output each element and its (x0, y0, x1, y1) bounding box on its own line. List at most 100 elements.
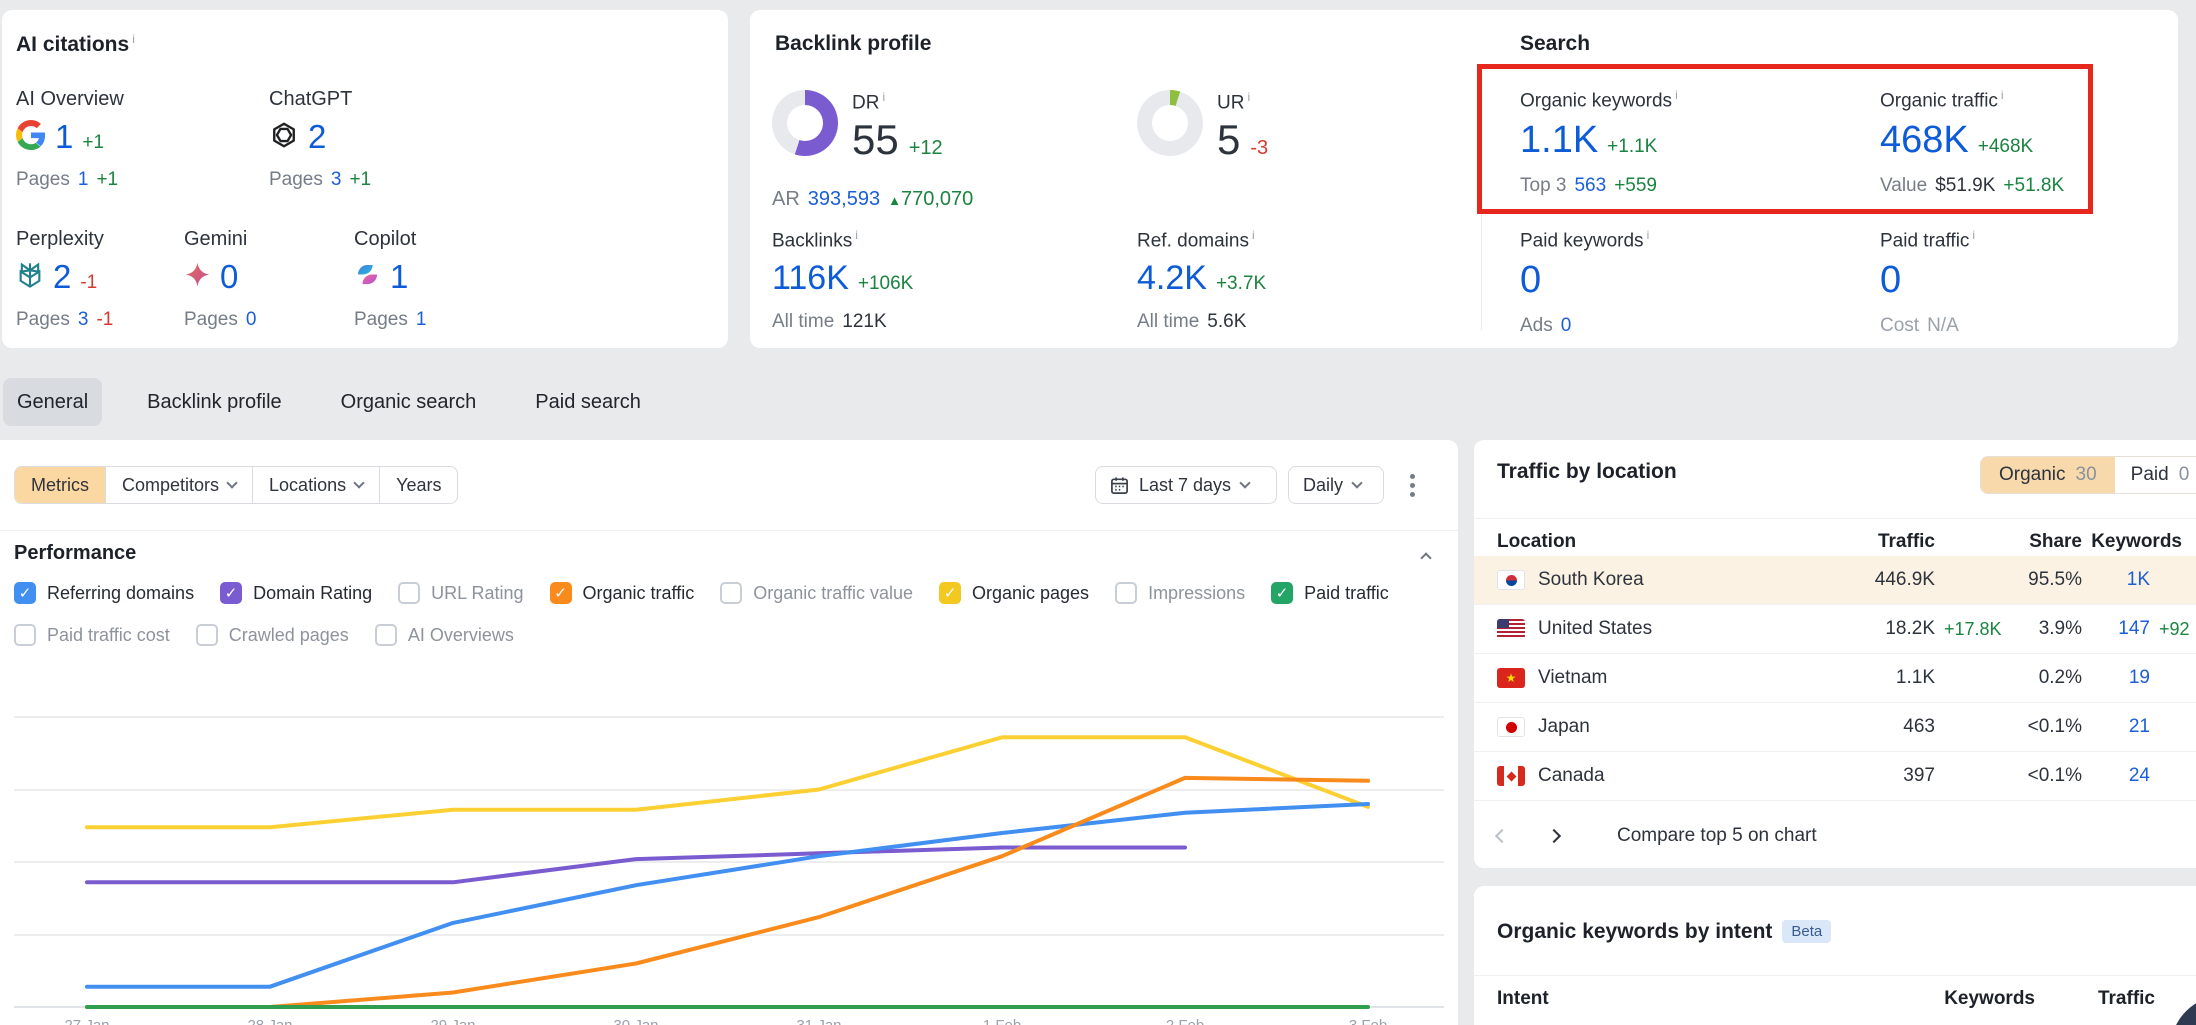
keywords-by-intent-card: Organic keywords by intentBeta Intent Ke… (1474, 886, 2196, 1025)
pages-value[interactable]: 3 (78, 309, 89, 331)
col-traffic[interactable]: Traffic (2035, 988, 2155, 1010)
table-row-united-states[interactable]: United States 18.2K +17.8K 3.9% 147 +92 (1474, 605, 2196, 654)
checkbox-empty-icon (398, 582, 420, 604)
alltime-value: 5.6K (1207, 311, 1246, 333)
ref-domains-delta: +3.7K (1216, 273, 1266, 295)
col-keywords[interactable]: Keywords (2082, 531, 2182, 553)
checkbox-domain-rating[interactable]: ✓Domain Rating (220, 582, 372, 604)
checkbox-organic-pages[interactable]: ✓Organic pages (939, 582, 1089, 604)
info-icon[interactable]: i (882, 90, 885, 104)
years-segment[interactable]: Years (379, 467, 457, 503)
tab-backlink-profile[interactable]: Backlink profile (133, 378, 296, 426)
pages-delta: +1 (349, 169, 371, 191)
next-page-icon[interactable] (1547, 829, 1561, 843)
tab-paid-search[interactable]: Paid search (521, 378, 655, 426)
cost-label: Cost (1880, 315, 1919, 337)
calendar-icon (1110, 476, 1129, 495)
chatgpt-icon (269, 120, 299, 155)
info-icon[interactable]: i (132, 32, 135, 46)
backlinks-block: Backlinksi 116K +106K All time 121K (772, 228, 913, 333)
info-icon[interactable]: i (1252, 228, 1255, 242)
info-icon[interactable]: i (1972, 228, 1975, 242)
checkbox-empty-icon (375, 624, 397, 646)
checkbox-url-rating[interactable]: URL Rating (398, 582, 523, 604)
toggle-paid[interactable]: Paid 0 (2115, 457, 2196, 493)
more-options-button[interactable] (1410, 474, 1415, 497)
paid-keywords-value[interactable]: 0 (1520, 259, 1541, 302)
compare-top5-link[interactable]: Compare top 5 on chart (1617, 825, 1817, 847)
copilot-value[interactable]: 1 (390, 258, 408, 296)
perplexity-delta: -1 (80, 272, 97, 294)
ref-domains-value[interactable]: 4.2K (1137, 259, 1207, 298)
table-row-japan[interactable]: Japan 463 <0.1% 21 (1474, 703, 2196, 752)
performance-chart[interactable]: 27 Jan28 Jan29 Jan30 Jan31 Jan1 Feb2 Feb… (0, 650, 1458, 1025)
keywords-link[interactable]: 147 (2082, 618, 2150, 640)
info-icon[interactable]: i (1647, 228, 1650, 242)
pages-value[interactable]: 3 (331, 169, 342, 191)
chevron-down-icon (1351, 477, 1362, 488)
granularity-button[interactable]: Daily (1288, 466, 1384, 504)
date-range-button[interactable]: Last 7 days (1095, 466, 1277, 504)
svg-text:3 Feb: 3 Feb (1349, 1017, 1387, 1025)
col-share[interactable]: Share (2019, 531, 2082, 553)
keywords-link[interactable]: 21 (2082, 716, 2150, 738)
checkbox-checked-icon: ✓ (550, 582, 572, 604)
col-traffic[interactable]: Traffic (1741, 531, 1935, 553)
tab-general[interactable]: General (3, 378, 102, 426)
info-icon[interactable]: i (855, 228, 858, 242)
metric-checkbox-row-1: ✓Referring domains ✓Domain Rating URL Ra… (14, 582, 1389, 604)
ads-value[interactable]: 0 (1561, 315, 1572, 337)
col-intent[interactable]: Intent (1497, 988, 1915, 1010)
keywords-link[interactable]: 1K (2082, 569, 2150, 591)
pages-delta: +1 (96, 169, 118, 191)
paid-traffic-value[interactable]: 0 (1880, 259, 1901, 302)
info-icon[interactable]: i (1247, 90, 1250, 104)
checkbox-paid-traffic[interactable]: ✓Paid traffic (1271, 582, 1389, 604)
pages-label: Pages (184, 309, 238, 331)
perplexity-block: Perplexity 2 -1 Pages 3 -1 (16, 228, 113, 331)
checkbox-organic-traffic-value[interactable]: Organic traffic value (720, 582, 913, 604)
checkbox-crawled-pages[interactable]: Crawled pages (196, 624, 349, 646)
paid-count: 0 (2179, 464, 2190, 486)
locations-segment[interactable]: Locations (252, 467, 379, 503)
collapse-chevron-icon[interactable] (1420, 552, 1431, 563)
col-keywords[interactable]: Keywords (1915, 988, 2035, 1010)
chatgpt-value[interactable]: 2 (308, 118, 326, 156)
traffic-by-location-card: Traffic by location Organic 30 Paid 0 Lo… (1474, 440, 2196, 868)
svg-text:28 Jan: 28 Jan (247, 1017, 292, 1025)
table-row-vietnam[interactable]: ★Vietnam 1.1K 0.2% 19 (1474, 654, 2196, 703)
checkbox-paid-traffic-cost[interactable]: Paid traffic cost (14, 624, 170, 646)
backlink-profile-title: Backlink profile (775, 32, 931, 56)
checkbox-organic-traffic[interactable]: ✓Organic traffic (550, 582, 695, 604)
table-row-south-korea[interactable]: South Korea 446.9K 95.5% 1K (1474, 556, 2196, 605)
chevron-down-icon (226, 477, 237, 488)
checkbox-impressions[interactable]: Impressions (1115, 582, 1245, 604)
perplexity-value[interactable]: 2 (53, 258, 71, 296)
checkbox-referring-domains[interactable]: ✓Referring domains (14, 582, 194, 604)
pages-value[interactable]: 1 (416, 309, 427, 331)
competitors-segment[interactable]: Competitors (105, 467, 252, 503)
backlinks-value[interactable]: 116K (772, 259, 849, 298)
keywords-link[interactable]: 19 (2082, 667, 2150, 689)
dr-value: 55 (852, 116, 899, 164)
checkbox-ai-overviews[interactable]: AI Overviews (375, 624, 514, 646)
keywords-link[interactable]: 24 (2082, 765, 2150, 787)
pages-value[interactable]: 1 (78, 169, 89, 191)
table-row-canada[interactable]: Canada 397 <0.1% 24 (1474, 752, 2196, 801)
ar-value[interactable]: 393,593 (808, 188, 880, 211)
pages-value[interactable]: 0 (246, 309, 257, 331)
dashboard: AI citationsi AI Overview 1 +1 Pages 1 +… (0, 0, 2196, 1025)
gemini-icon (184, 261, 211, 293)
ai-overview-value[interactable]: 1 (55, 118, 73, 156)
gemini-value[interactable]: 0 (220, 258, 238, 296)
copilot-block: Copilot 1 Pages 1 (354, 228, 426, 331)
ar-delta: 770,070 (901, 188, 973, 210)
divider (1474, 518, 2196, 519)
tab-organic-search[interactable]: Organic search (327, 378, 491, 426)
col-location[interactable]: Location (1497, 531, 1741, 553)
toggle-organic[interactable]: Organic 30 (1981, 457, 2115, 493)
ur-value: 5 (1217, 116, 1240, 164)
prev-page-icon[interactable] (1495, 829, 1509, 843)
metrics-segment[interactable]: Metrics (15, 467, 105, 503)
pages-label: Pages (16, 309, 70, 331)
